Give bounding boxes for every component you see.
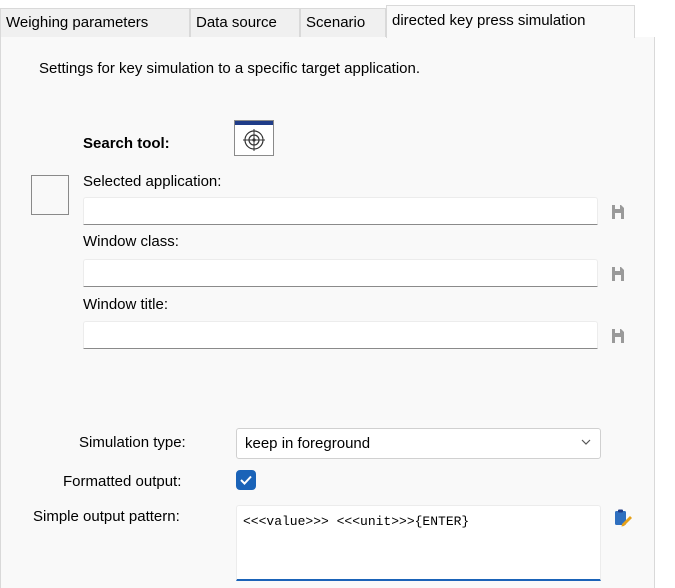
tab-directed-key-press-simulation[interactable]: directed key press simulation <box>386 5 635 38</box>
window-class-label: Window class: <box>83 233 179 250</box>
output-pattern-label: Simple output pattern: <box>33 508 180 525</box>
clipboard-edit-icon[interactable] <box>613 508 633 528</box>
simulation-type-label: Simulation type: <box>79 434 186 451</box>
output-pattern-value: <<<value>>> <<<unit>>>{ENTER} <box>243 514 470 529</box>
floppy-disk-icon[interactable] <box>611 266 625 282</box>
window-title-field[interactable] <box>83 321 598 349</box>
tab-weighing-parameters[interactable]: Weighing parameters <box>0 8 190 37</box>
window-title-label: Window title: <box>83 296 169 313</box>
formatted-output-label: Formatted output: <box>63 473 182 490</box>
crosshair-target-icon <box>243 129 265 151</box>
floppy-disk-icon[interactable] <box>611 328 625 344</box>
tab-label: Weighing parameters <box>6 14 149 31</box>
search-tool-label: Search tool: <box>83 135 170 152</box>
search-tool-titlebar <box>235 121 273 125</box>
tab-bar: Weighing parameters Data source Scenario… <box>0 0 675 38</box>
tab-panel: Settings for key simulation to a specifi… <box>0 37 655 588</box>
selected-application-field[interactable] <box>83 197 598 225</box>
checkmark-icon <box>240 475 252 485</box>
selected-application-label: Selected application: <box>83 173 222 190</box>
floppy-disk-icon[interactable] <box>611 204 625 220</box>
output-pattern-textarea[interactable]: <<<value>>> <<<unit>>>{ENTER} <box>236 505 601 581</box>
tab-label: Data source <box>196 14 277 31</box>
chevron-down-icon <box>581 439 591 445</box>
simulation-type-select[interactable]: keep in foreground <box>236 428 601 459</box>
window-class-field[interactable] <box>83 259 598 287</box>
tab-label: directed key press simulation <box>392 12 586 29</box>
formatted-output-checkbox[interactable] <box>236 470 256 490</box>
tab-label: Scenario <box>306 14 366 31</box>
search-tool-button[interactable] <box>234 120 274 156</box>
simulation-type-value: keep in foreground <box>245 435 371 452</box>
description-text: Settings for key simulation to a specifi… <box>39 60 421 77</box>
application-icon-box <box>31 175 69 215</box>
tab-scenario[interactable]: Scenario <box>300 8 386 37</box>
tab-data-source[interactable]: Data source <box>190 8 300 37</box>
